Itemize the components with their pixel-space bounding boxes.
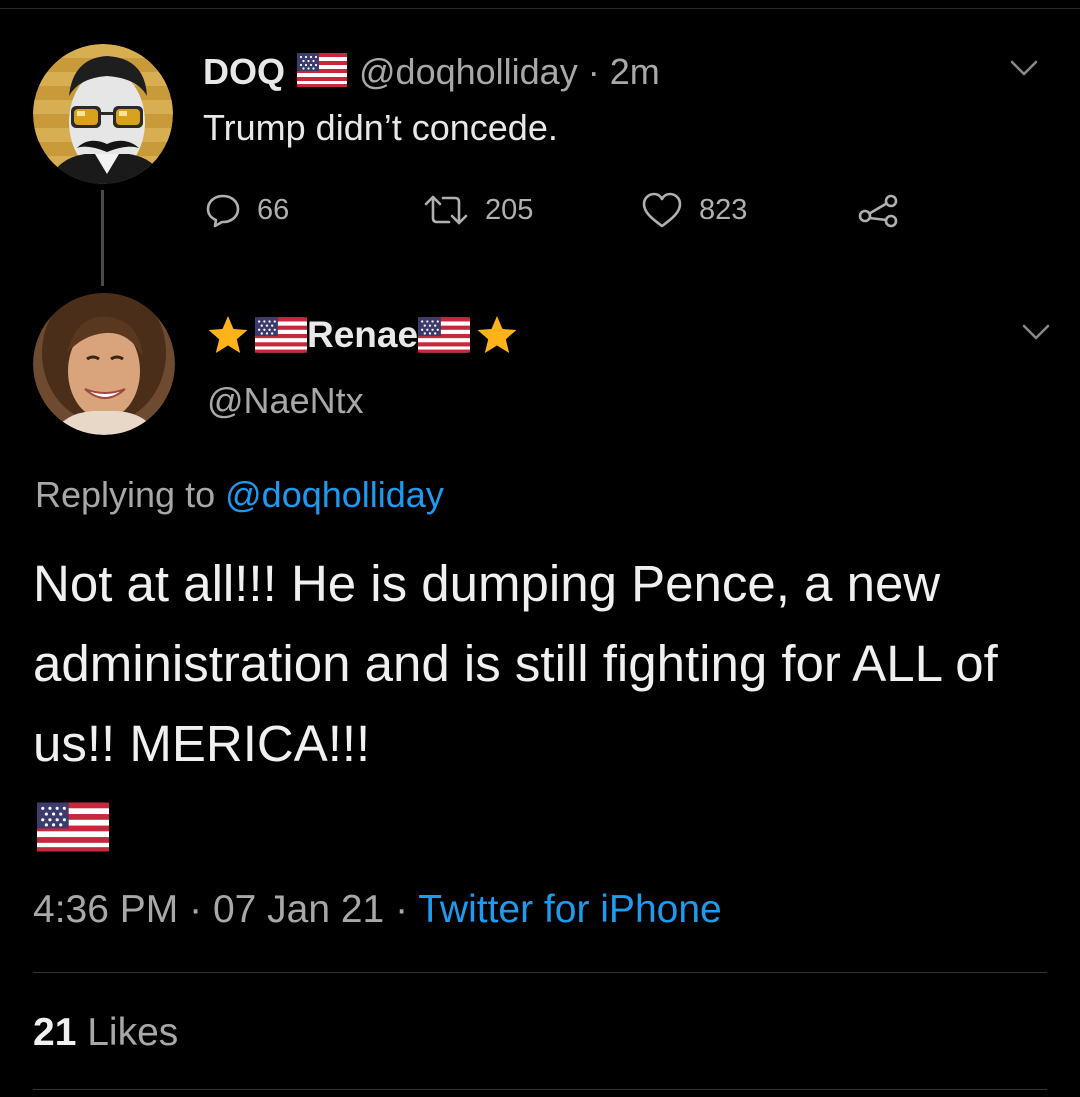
likes-summary[interactable]: 21 Likes (33, 1011, 178, 1055)
divider (33, 1089, 1047, 1090)
chevron-down-icon[interactable] (1004, 56, 1044, 80)
reply-button[interactable]: 66 (205, 190, 289, 230)
retweet-count: 205 (485, 193, 534, 226)
share-button[interactable] (857, 190, 901, 230)
doqholliday-avatar[interactable] (33, 44, 173, 184)
us-flag-icon (297, 52, 348, 92)
parent-tweet-text: Trump didn’t concede. (203, 107, 558, 148)
meta-separator: · (395, 888, 409, 931)
thread-connector-line (101, 190, 104, 286)
meta-separator: · (189, 888, 203, 931)
tweet-source-link[interactable]: Twitter for iPhone (418, 888, 721, 931)
us-flag-icon (418, 317, 471, 353)
reply-count: 66 (257, 193, 290, 226)
retweet-button[interactable]: 205 (423, 190, 533, 230)
star-icon (208, 316, 248, 353)
star-icon (477, 316, 517, 353)
reply-icon (206, 194, 240, 228)
divider (33, 972, 1047, 973)
heart-icon (642, 192, 682, 228)
parent-tweet-header: DOQ @doqholliday · 2m (203, 50, 660, 94)
us-flag-icon (255, 317, 307, 353)
chevron-down-icon[interactable] (1016, 320, 1056, 344)
tweet-metadata: 4:36 PM · 07 Jan 21 · Twitter for iPhone (33, 888, 722, 932)
reply-handle[interactable]: @NaeNtx (207, 380, 364, 422)
header-separator: · (587, 51, 600, 92)
likes-label: Likes (87, 1011, 179, 1054)
replying-to-line: Replying to @doqholliday (35, 474, 444, 516)
likes-count: 21 (33, 1011, 77, 1054)
top-divider (0, 8, 1080, 9)
parent-handle[interactable]: @doqholliday (359, 51, 578, 93)
us-flag-icon (37, 801, 109, 858)
reply-name-row[interactable]: Renae (207, 310, 518, 360)
naentx-avatar[interactable] (33, 293, 175, 435)
parent-timestamp[interactable]: 2m (610, 51, 660, 93)
share-icon (858, 194, 898, 228)
tweet-time[interactable]: 4:36 PM (33, 888, 178, 931)
like-count: 823 (699, 193, 748, 226)
replying-prefix: Replying to (35, 474, 216, 515)
like-button[interactable]: 823 (641, 190, 747, 230)
retweet-icon (424, 195, 468, 225)
reply-display-name: Renae (307, 314, 419, 355)
reply-tweet-text: Not at all!!! He is dumping Pence, a new… (33, 555, 998, 772)
parent-display-name[interactable]: DOQ (203, 51, 285, 93)
replying-to-mention[interactable]: @doqholliday (225, 474, 444, 515)
tweet-date[interactable]: 07 Jan 21 (213, 888, 384, 931)
